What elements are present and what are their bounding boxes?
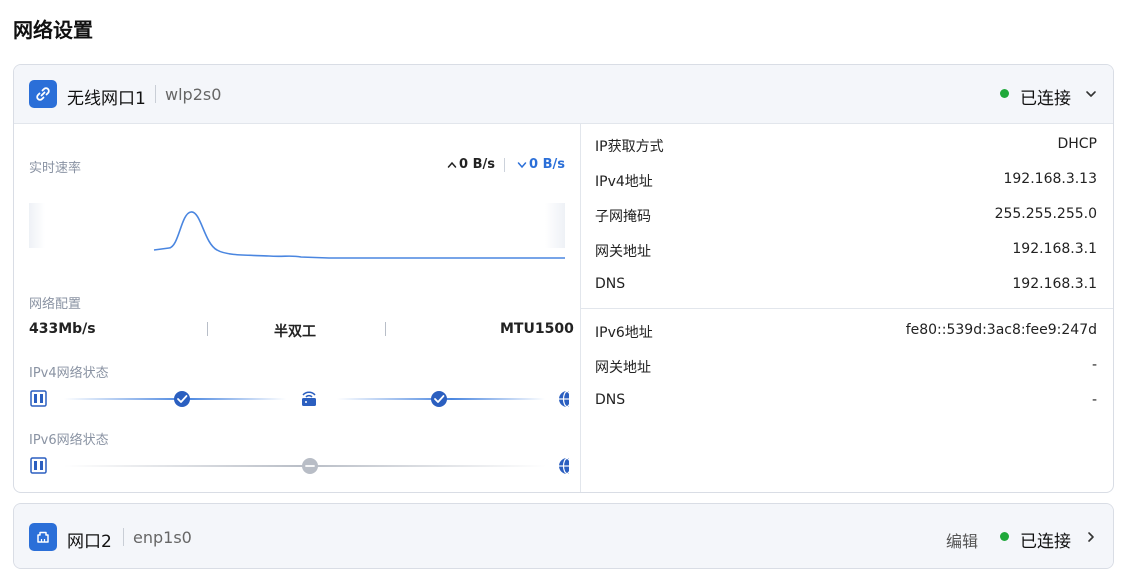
info-value: 192.168.3.1 [1012, 276, 1097, 292]
computer-icon [30, 390, 47, 407]
duplex-mode: 半双工 [274, 324, 316, 340]
interface-device: wlp2s0 [165, 85, 222, 104]
info-row: DNS - [595, 392, 1097, 412]
info-key: DNS [595, 276, 626, 292]
info-value: 255.255.255.0 [994, 206, 1097, 222]
globe-icon [559, 457, 569, 475]
interface-name: 网口2 [67, 532, 112, 552]
config-divider [385, 322, 386, 336]
status-panel: 实时速率 0 B/s 0 B/s 网络配置 433Mb/s 半双工 MTU150… [14, 123, 581, 492]
computer-icon [30, 457, 47, 474]
section-divider [580, 308, 1113, 309]
info-key: IPv6地址 [595, 325, 653, 341]
info-value: 192.168.3.1 [1012, 241, 1097, 257]
info-key: 网关地址 [595, 244, 651, 260]
realtime-label: 实时速率 [29, 161, 82, 176]
info-value: - [1091, 392, 1097, 408]
link-speed: 433Mb/s [29, 321, 96, 337]
interface-card-enp1s0: 网口2 enp1s0 编辑 已连接 [13, 503, 1114, 569]
ipv6-status-label: IPv6网络状态 [29, 433, 109, 448]
config-divider [207, 322, 208, 336]
check-circle-icon [431, 391, 447, 407]
chevron-down-icon[interactable] [1084, 87, 1098, 101]
info-row: IP获取方式 DHCP [595, 136, 1097, 156]
info-row: 子网掩码 255.255.255.0 [595, 206, 1097, 226]
page-title: 网络设置 [13, 18, 93, 42]
status-dot [1000, 532, 1009, 541]
chevron-right-icon[interactable] [1084, 530, 1098, 544]
info-value: - [1091, 357, 1097, 373]
download-arrow-icon [517, 162, 527, 169]
info-key: 子网掩码 [595, 209, 651, 225]
interface-device: enp1s0 [133, 528, 192, 547]
ipv4-status-track [30, 390, 569, 408]
interface-card-wlp2s0: 无线网口1 wlp2s0 已连接 实时速率 0 B/s 0 B/s 网络配置 4… [13, 64, 1114, 493]
globe-icon [559, 390, 569, 408]
status-text: 已连接 [1020, 89, 1071, 109]
link-icon [29, 80, 57, 108]
info-row: DNS 192.168.3.1 [595, 276, 1097, 296]
address-info-panel: IP获取方式 DHCP IPv4地址 192.168.3.13 子网掩码 255… [580, 123, 1113, 492]
edit-button[interactable]: 编辑 [946, 528, 978, 552]
info-key: IPv4地址 [595, 174, 653, 190]
mtu-value: MTU1500 [500, 321, 574, 337]
ethernet-port-icon [29, 523, 57, 551]
info-row: 网关地址 192.168.3.1 [595, 241, 1097, 261]
interface-name: 无线网口1 [67, 89, 146, 109]
rate-divider [504, 158, 505, 172]
router-icon [302, 391, 316, 406]
status-text: 已连接 [1020, 532, 1071, 552]
info-value: fe80::539d:3ac8:fee9:247d [905, 322, 1097, 338]
check-circle-icon [174, 391, 190, 407]
rate-sparkline [29, 203, 565, 259]
interface-header[interactable]: 无线网口1 wlp2s0 已连接 [14, 65, 1113, 124]
header-divider [155, 85, 156, 103]
status-dot [1000, 89, 1009, 98]
interface-header[interactable]: 网口2 enp1s0 编辑 已连接 [14, 504, 1113, 568]
download-rate: 0 B/s [529, 157, 565, 172]
ipv4-status-label: IPv4网络状态 [29, 366, 109, 381]
config-label: 网络配置 [29, 297, 82, 312]
ipv6-status-track [30, 457, 569, 475]
header-divider [123, 528, 124, 546]
info-key: IP获取方式 [595, 139, 664, 155]
info-row: 网关地址 - [595, 357, 1097, 377]
info-row: IPv6地址 fe80::539d:3ac8:fee9:247d [595, 322, 1097, 342]
upload-arrow-icon [447, 161, 457, 168]
info-value: DHCP [1057, 136, 1097, 152]
upload-rate: 0 B/s [459, 157, 495, 172]
info-row: IPv4地址 192.168.3.13 [595, 171, 1097, 191]
info-value: 192.168.3.13 [1003, 171, 1097, 187]
info-key: 网关地址 [595, 360, 651, 376]
info-key: DNS [595, 392, 626, 408]
